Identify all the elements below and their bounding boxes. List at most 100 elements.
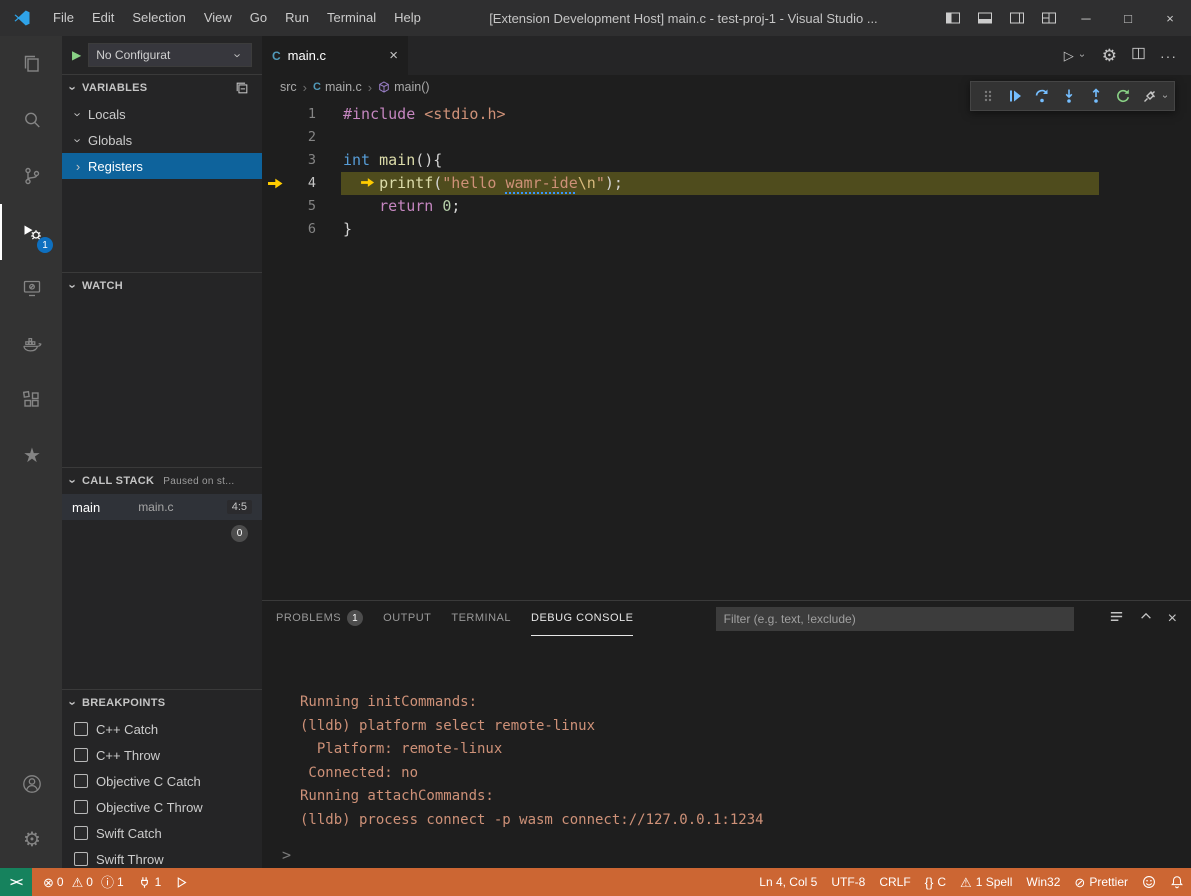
variables-section-header[interactable]: › VARIABLES: [62, 75, 262, 101]
info-icon: ⓘ: [101, 876, 114, 889]
activity-settings[interactable]: ⚙: [0, 812, 62, 868]
maximize-button[interactable]: □: [1107, 0, 1149, 36]
account-icon: [21, 773, 43, 795]
language-mode[interactable]: {} C: [918, 868, 953, 896]
breakpoint-item[interactable]: C++ Catch: [62, 716, 262, 742]
breakpoint-item[interactable]: Swift Throw: [62, 846, 262, 868]
tab-main-c[interactable]: C main.c ×: [262, 36, 408, 75]
breadcrumb-file[interactable]: C main.c: [313, 80, 362, 94]
variables-item-registers[interactable]: ›Registers: [62, 153, 262, 179]
problems-status[interactable]: ⊗0 ⚠0 ⓘ1: [36, 868, 131, 896]
start-debug-icon[interactable]: ▶: [72, 48, 81, 62]
checkbox-icon[interactable]: [74, 826, 88, 840]
debug-current-line-indicator[interactable]: [262, 178, 288, 189]
output-options-button[interactable]: [1109, 609, 1124, 629]
disconnect-dropdown[interactable]: ›: [1159, 91, 1171, 102]
activity-search[interactable]: [0, 92, 62, 148]
activity-account[interactable]: [0, 756, 62, 812]
debug-statement-arrow-icon: [361, 178, 374, 188]
activity-source-control[interactable]: [0, 148, 62, 204]
extensions-icon: [21, 389, 43, 411]
menu-go[interactable]: Go: [241, 0, 276, 36]
menu-view[interactable]: View: [195, 0, 241, 36]
breadcrumb-folder[interactable]: src: [280, 80, 297, 94]
breakpoint-item[interactable]: Swift Catch: [62, 820, 262, 846]
toggle-secondary-sidebar-button[interactable]: [1001, 0, 1033, 36]
spell-checker-status[interactable]: ⚠ 1 Spell: [953, 868, 1019, 896]
feedback-smiley-icon: [1142, 875, 1156, 889]
customize-layout-button[interactable]: [1033, 0, 1065, 36]
platform-indicator[interactable]: Win32: [1019, 868, 1067, 896]
maximize-panel-button[interactable]: [1139, 609, 1153, 628]
call-stack-frame[interactable]: mainmain.c4:5: [62, 494, 262, 520]
toolbar-drag-handle[interactable]: [974, 83, 1001, 109]
activity-extensions[interactable]: [0, 372, 62, 428]
checkbox-icon[interactable]: [74, 774, 88, 788]
toggle-panel-button[interactable]: [969, 0, 1001, 36]
breakpoint-item[interactable]: Objective C Throw: [62, 794, 262, 820]
watch-section-header[interactable]: › WATCH: [62, 273, 262, 299]
step-out-button[interactable]: [1082, 83, 1109, 109]
debug-console-output[interactable]: Running initCommands:(lldb) platform sel…: [262, 636, 1191, 842]
menu-selection[interactable]: Selection: [123, 0, 194, 36]
panel-tab-problems[interactable]: PROBLEMS1: [276, 601, 363, 636]
variables-item-globals[interactable]: ›Globals: [62, 127, 262, 153]
encoding-indicator[interactable]: UTF-8: [824, 868, 872, 896]
code-text: printf("hello wamr-ide\n");: [341, 172, 1099, 195]
activity-remote-explorer[interactable]: [0, 260, 62, 316]
formatter-status[interactable]: ⊘ Prettier: [1067, 868, 1135, 896]
menu-help[interactable]: Help: [385, 0, 430, 36]
cursor-position[interactable]: Ln 4, Col 5: [752, 868, 824, 896]
ports-status[interactable]: 1: [131, 868, 169, 896]
debug-indicator[interactable]: [168, 868, 195, 896]
breadcrumb-symbol[interactable]: main(): [378, 80, 429, 94]
checkbox-icon[interactable]: [74, 722, 88, 736]
split-editor-button[interactable]: [1131, 46, 1146, 66]
feedback-button[interactable]: [1135, 868, 1163, 896]
code-editor[interactable]: 1#include <stdio.h>23int main(){4 printf…: [262, 99, 1191, 241]
checkbox-icon[interactable]: [74, 852, 88, 866]
panel-tab-terminal[interactable]: TERMINAL: [451, 601, 511, 636]
step-into-button[interactable]: [1055, 83, 1082, 109]
call-stack-section-header[interactable]: › CALL STACK Paused on st...: [62, 468, 262, 494]
debug-console-input[interactable]: >: [262, 842, 1191, 868]
run-or-debug-button[interactable]: ▷ ›: [1064, 48, 1088, 64]
menu-edit[interactable]: Edit: [83, 0, 123, 36]
more-actions-button[interactable]: ···: [1160, 48, 1177, 64]
menu-run[interactable]: Run: [276, 0, 318, 36]
gear-icon: ⚙: [23, 830, 41, 850]
panel-tab-label: TERMINAL: [451, 612, 511, 624]
breakpoint-label: Swift Catch: [96, 826, 162, 841]
breakpoints-section-header[interactable]: › BREAKPOINTS: [62, 690, 262, 716]
breakpoint-item[interactable]: Objective C Catch: [62, 768, 262, 794]
collapse-all-button[interactable]: [235, 81, 257, 95]
minimize-button[interactable]: ─: [1065, 0, 1107, 36]
toggle-sidebar-button[interactable]: [937, 0, 969, 36]
activity-marketplace[interactable]: ★: [0, 428, 62, 484]
chevron-up-icon: [1139, 609, 1153, 623]
menu-terminal[interactable]: Terminal: [318, 0, 385, 36]
breakpoint-item[interactable]: C++ Throw: [62, 742, 262, 768]
tab-close-icon[interactable]: ×: [389, 47, 398, 64]
activity-run-and-debug[interactable]: 1: [0, 204, 62, 260]
panel-tab-output[interactable]: OUTPUT: [383, 601, 431, 636]
launch-configuration-dropdown[interactable]: No Configurat ›: [88, 43, 252, 67]
step-over-button[interactable]: [1028, 83, 1055, 109]
split-editor-icon: [1131, 46, 1146, 61]
eol-indicator[interactable]: CRLF: [872, 868, 917, 896]
restart-button[interactable]: [1109, 83, 1136, 109]
debug-filter-input[interactable]: [716, 607, 1074, 631]
checkbox-icon[interactable]: [74, 800, 88, 814]
checkbox-icon[interactable]: [74, 748, 88, 762]
close-button[interactable]: ×: [1149, 0, 1191, 36]
continue-button[interactable]: [1001, 83, 1028, 109]
variables-item-locals[interactable]: ›Locals: [62, 101, 262, 127]
menu-file[interactable]: File: [44, 0, 83, 36]
remote-indicator[interactable]: ><: [0, 868, 32, 896]
notifications-button[interactable]: [1163, 868, 1191, 896]
editor-settings-button[interactable]: ⚙: [1102, 46, 1117, 66]
panel-tab-debug-console[interactable]: DEBUG CONSOLE: [531, 601, 633, 636]
close-panel-button[interactable]: ×: [1168, 610, 1177, 628]
activity-docker[interactable]: [0, 316, 62, 372]
activity-explorer[interactable]: [0, 36, 62, 92]
